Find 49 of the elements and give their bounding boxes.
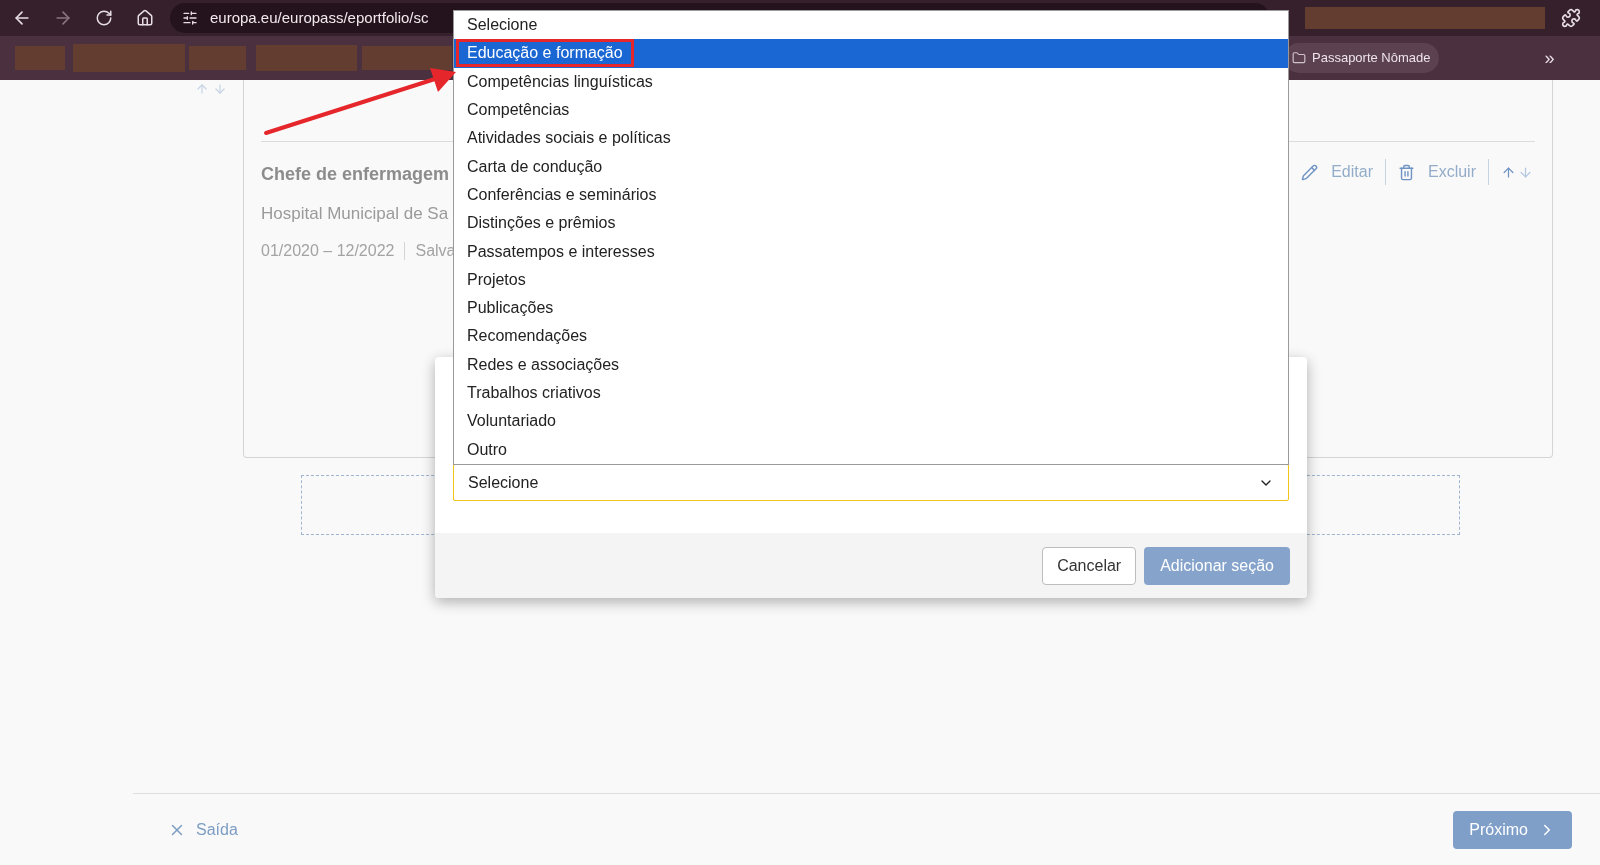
dropdown-option[interactable]: Distinções e prêmios [454,209,1288,238]
option-label: Projetos [466,269,527,290]
dropdown-option[interactable]: Selecione [454,11,1288,40]
site-settings-icon[interactable] [182,10,198,26]
pencil-icon [1301,163,1319,181]
redaction-block [15,46,65,70]
option-label: Publicações [466,298,555,319]
dropdown-option[interactable]: Passatempos e interesses [454,237,1288,266]
option-label: Competências linguísticas [466,71,654,92]
add-section-button: Adicionar seção [1144,546,1290,585]
option-label: Carta de condução [466,156,604,177]
bookmark-icon [1292,51,1306,65]
option-label: Redes e associações [466,354,621,375]
dropdown-option[interactable]: Conferências e seminários [454,180,1288,210]
trash-icon [1398,163,1415,181]
option-label: Voluntariado [466,411,557,432]
home-icon[interactable] [136,9,154,27]
section-select[interactable]: Selecione [453,464,1289,501]
option-label: Atividades sociais e políticas [466,128,672,149]
option-label: Outro [466,439,508,460]
entry-employer: Hospital Municipal de Sa [261,203,450,225]
reload-icon[interactable] [95,9,113,27]
option-label: Distinções e prêmios [466,213,617,234]
option-label: Competências [466,100,571,121]
entry-dates: 01/2020 – 12/2022 [261,240,395,261]
dropdown-option[interactable]: Recomendações [454,322,1288,351]
option-label: Selecione [466,15,539,36]
dropdown-option[interactable]: Educação e formação [454,39,1288,68]
dropdown-option[interactable]: Publicações [454,293,1288,323]
extensions-icon[interactable] [1561,8,1581,28]
move-up-icon[interactable] [1501,164,1516,180]
option-label: Trabalhos criativos [466,383,602,403]
url-text: europa.eu/europass/eportfolio/sc [210,7,429,28]
redaction-block [189,46,246,70]
dropdown-option[interactable]: Outro [454,435,1288,464]
option-label: Conferências e seminários [466,184,658,205]
dropdown-option[interactable]: Trabalhos criativos [454,378,1288,408]
dropdown-option[interactable]: Projetos [454,265,1288,294]
option-label: Passatempos e interesses [466,241,656,262]
dropdown-option[interactable]: Redes e associações [454,350,1288,379]
dropdown-option[interactable]: Atividades sociais e políticas [454,124,1288,153]
more-bookmarks-button[interactable]: » [1544,44,1555,72]
dropdown-option[interactable]: Voluntariado [454,407,1288,436]
dropdown-option[interactable]: Carta de condução [454,152,1288,181]
option-label: Recomendações [466,326,589,347]
highlight-frame: Educação e formação [456,39,634,68]
entry-title: Chefe de enfermagem [261,163,451,186]
dropdown-option[interactable]: Competências [454,95,1288,125]
cancel-button[interactable]: Cancelar [1042,546,1137,585]
